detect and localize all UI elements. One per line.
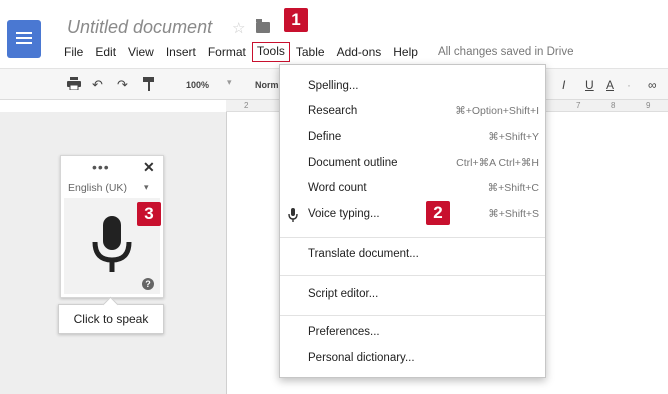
chevron-down-icon[interactable]: ▾ [144, 182, 149, 193]
menu-item-script-editor[interactable]: Script editor... [280, 283, 545, 307]
menu-divider [280, 275, 545, 276]
menu-item-label: Personal dictionary... [308, 352, 415, 364]
menu-item-personal-dictionary[interactable]: Personal dictionary... [280, 347, 545, 371]
chevron-down-icon[interactable]: · [627, 78, 631, 92]
link-icon[interactable]: ∞ [648, 78, 657, 92]
print-icon[interactable] [67, 77, 81, 93]
callout-badge-1: 1 [284, 8, 308, 32]
menu-item-label: Document outline [308, 157, 398, 169]
menu-item-translate-document[interactable]: Translate document... [280, 243, 545, 267]
menubar: File Edit View Insert Format Tools Table… [58, 42, 573, 62]
menu-item-label: Voice typing... [308, 208, 380, 220]
callout-badge-2: 2 [426, 201, 450, 225]
docs-window: Untitled document ☆ File Edit View Inser… [0, 0, 668, 394]
menu-item-label: Script editor... [308, 288, 379, 300]
more-options-icon[interactable]: ••• [92, 159, 110, 175]
menu-item-spelling[interactable]: Spelling... [280, 75, 545, 99]
menu-item-define[interactable]: Define ⌘+Shift+Y [280, 126, 545, 150]
ruler-mark: 7 [576, 101, 581, 110]
menu-view[interactable]: View [122, 42, 160, 62]
menu-item-label: Preferences... [308, 326, 380, 338]
document-title[interactable]: Untitled document [67, 17, 212, 38]
voice-typing-widget: ••• ✕ English (UK) ▾ ? [60, 155, 164, 298]
menu-item-shortcut: ⌘+Shift+S [488, 208, 539, 220]
zoom-select[interactable]: 100% [186, 80, 209, 90]
menu-item-voice-typing[interactable]: Voice typing... ⌘+Shift+S [280, 203, 545, 227]
menu-item-label: Define [308, 131, 342, 143]
ruler-mark: 8 [611, 101, 616, 110]
close-icon[interactable]: ✕ [143, 159, 155, 176]
underline-button[interactable]: U [585, 78, 594, 92]
menu-item-label: Translate document... [308, 248, 419, 260]
chevron-down-icon[interactable]: ▾ [227, 77, 232, 88]
text-color-button[interactable]: A [606, 78, 614, 92]
callout-badge-3: 3 [137, 202, 161, 226]
menu-format[interactable]: Format [202, 42, 252, 62]
ruler-mark: 2 [244, 101, 249, 110]
menu-item-document-outline[interactable]: Document outline Ctrl+⌘A Ctrl+⌘H [280, 152, 545, 176]
menu-edit[interactable]: Edit [89, 42, 122, 62]
paint-format-icon[interactable] [143, 77, 154, 94]
docs-logo-icon[interactable] [7, 20, 41, 58]
menu-item-preferences[interactable]: Preferences... [280, 321, 545, 345]
menu-tools[interactable]: Tools [251, 42, 290, 62]
save-status: All changes saved in Drive [437, 46, 574, 58]
italic-button[interactable]: I [562, 78, 565, 92]
style-select[interactable]: Norm [255, 80, 279, 90]
menu-add-ons[interactable]: Add-ons [331, 42, 388, 62]
menu-divider [280, 237, 545, 238]
tools-menu: Spelling... Research ⌘+Option+Shift+I De… [279, 64, 546, 378]
menu-item-word-count[interactable]: Word count ⌘+Shift+C [280, 177, 545, 201]
microphone-icon [91, 216, 133, 279]
language-select[interactable]: English (UK) [68, 182, 127, 194]
folder-icon[interactable] [256, 19, 270, 33]
click-to-speak-tooltip: Click to speak [58, 304, 164, 334]
menu-item-label: Research [308, 105, 358, 117]
menu-item-shortcut: ⌘+Shift+Y [488, 131, 539, 143]
redo-icon[interactable]: ↷ [117, 77, 128, 93]
menu-insert[interactable]: Insert [160, 42, 202, 62]
menu-table[interactable]: Table [290, 42, 331, 62]
help-icon[interactable]: ? [142, 278, 154, 290]
menu-item-shortcut: ⌘+Option+Shift+I [455, 105, 539, 117]
menu-item-shortcut: Ctrl+⌘A Ctrl+⌘H [456, 157, 539, 169]
undo-icon[interactable]: ↶ [92, 77, 103, 93]
menu-item-shortcut: ⌘+Shift+C [487, 182, 539, 194]
menu-help[interactable]: Help [387, 42, 424, 62]
menu-file[interactable]: File [58, 42, 89, 62]
menu-item-label: Spelling... [308, 80, 359, 92]
ruler-mark: 9 [646, 101, 651, 110]
menu-item-research[interactable]: Research ⌘+Option+Shift+I [280, 100, 545, 124]
menu-item-label: Word count [308, 182, 367, 194]
star-icon[interactable]: ☆ [232, 19, 245, 37]
menu-divider [280, 315, 545, 316]
microphone-icon [288, 208, 298, 225]
